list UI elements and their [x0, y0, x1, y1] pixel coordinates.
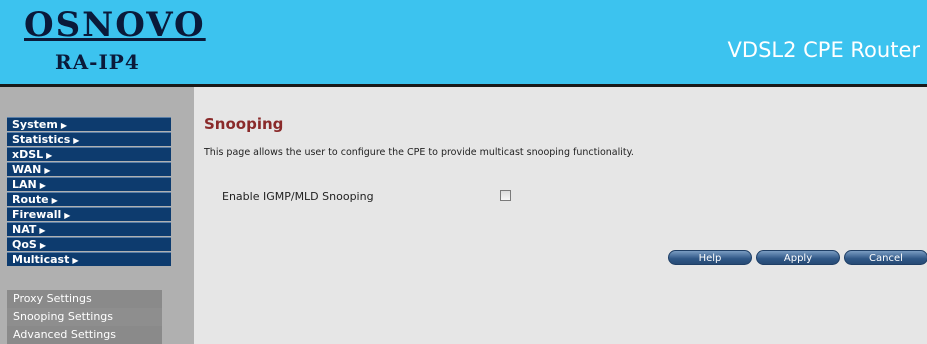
page-description: This page allows the user to configure t… — [204, 147, 634, 158]
arrow-right-icon: ▶ — [72, 256, 79, 265]
arrow-right-icon: ▶ — [39, 181, 46, 190]
arrow-right-icon: ▶ — [60, 121, 67, 130]
arrow-right-icon: ▶ — [73, 136, 80, 145]
snooping-checkbox[interactable] — [500, 190, 511, 201]
sidebar-item-label: NAT — [12, 223, 37, 236]
sidebar-item-lan[interactable]: LAN ▶ — [7, 177, 171, 191]
arrow-right-icon: ▶ — [46, 151, 53, 160]
sidebar-item-wan[interactable]: WAN ▶ — [7, 162, 171, 176]
sidebar-item-label: Multicast — [12, 253, 70, 266]
help-button[interactable]: Help — [668, 250, 752, 265]
sidebar-item-system[interactable]: System ▶ — [7, 117, 171, 131]
submenu-item-snooping-settings[interactable]: Snooping Settings — [7, 308, 162, 326]
logo-model: RA-IP4 — [55, 50, 140, 74]
submenu-item-advanced-settings[interactable]: Advanced Settings — [7, 326, 162, 344]
main-content: Snooping This page allows the user to co… — [194, 87, 927, 344]
sidebar-item-route[interactable]: Route ▶ — [7, 192, 171, 206]
sidebar-item-label: WAN — [12, 163, 42, 176]
multicast-submenu: Proxy Settings Snooping Settings Advance… — [7, 290, 162, 344]
sidebar-item-label: Statistics — [12, 133, 71, 146]
header-bar: OSNOVO RA-IP4 VDSL2 CPE Router — [0, 0, 927, 84]
sidebar-item-label: LAN — [12, 178, 37, 191]
page-title: Snooping — [204, 115, 284, 133]
arrow-right-icon: ▶ — [39, 241, 46, 250]
snooping-label: Enable IGMP/MLD Snooping — [222, 190, 374, 203]
sidebar-item-label: QoS — [12, 238, 37, 251]
sidebar-item-nat[interactable]: NAT ▶ — [7, 222, 171, 236]
sidebar-item-statistics[interactable]: Statistics ▶ — [7, 132, 171, 146]
arrow-right-icon: ▶ — [44, 166, 51, 175]
apply-button[interactable]: Apply — [756, 250, 840, 265]
cancel-button[interactable]: Cancel — [844, 250, 927, 265]
arrow-right-icon: ▶ — [39, 226, 46, 235]
logo-brand: OSNOVO — [24, 5, 206, 45]
sidebar-item-qos[interactable]: QoS ▶ — [7, 237, 171, 251]
sidebar-item-label: Route — [12, 193, 49, 206]
sidebar-menu: System ▶ Statistics ▶ xDSL ▶ WAN ▶ LAN ▶ Rout… — [7, 117, 171, 267]
sidebar-item-multicast[interactable]: Multicast ▶ — [7, 252, 171, 266]
arrow-right-icon: ▶ — [64, 211, 71, 220]
arrow-right-icon: ▶ — [51, 196, 58, 205]
logo: OSNOVO RA-IP4 — [0, 0, 204, 84]
sidebar-item-firewall[interactable]: Firewall ▶ — [7, 207, 171, 221]
sidebar-item-label: Firewall — [12, 208, 62, 221]
sidebar-item-xdsl[interactable]: xDSL ▶ — [7, 147, 171, 161]
sidebar-item-label: xDSL — [12, 148, 44, 161]
submenu-item-proxy-settings[interactable]: Proxy Settings — [7, 290, 162, 308]
sidebar-item-label: System — [12, 118, 58, 131]
product-title: VDSL2 CPE Router — [727, 38, 920, 62]
